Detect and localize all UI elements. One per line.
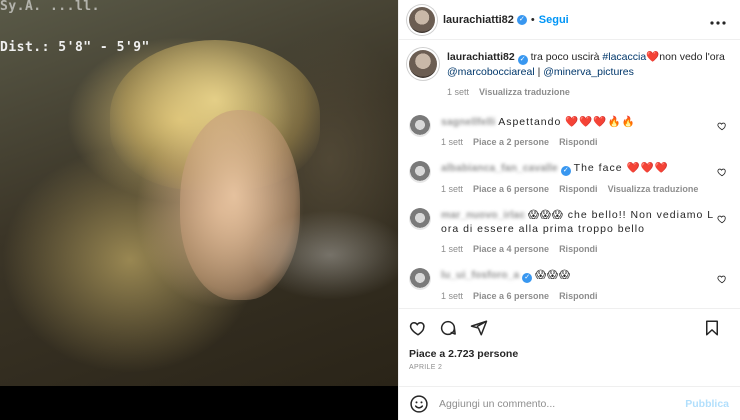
comment-time[interactable]: 1 sett [441,135,463,149]
caption-username[interactable]: laurachiatti82 [447,51,515,63]
share-paper-plane-icon[interactable] [470,319,488,337]
comment-reply-button[interactable]: Rispondi [559,289,598,303]
comment-reply-button[interactable]: Rispondi [559,242,598,256]
emoji-smiley-icon[interactable] [409,394,429,414]
comment-likes[interactable]: Piace a 2 persone [473,135,549,149]
commenter-avatar[interactable] [409,115,431,137]
commenter-username[interactable]: albabianca_fan_cavalle [441,161,558,175]
more-options-icon[interactable] [710,12,726,28]
caption-separator: | [534,66,544,78]
comments-list[interactable]: laurachiatti82 ✓ tra poco uscirà #lacacci… [399,40,740,308]
verified-icon: ✓ [516,14,527,25]
publish-button[interactable]: Pubblica [685,398,729,410]
caption-time[interactable]: 1 sett [447,85,469,99]
comment-reply-button[interactable]: Rispondi [559,135,598,149]
author-avatar[interactable] [409,6,435,33]
caption-text-before: tra poco uscirà [527,51,603,63]
comment-bubble-icon[interactable] [439,319,457,337]
post-media[interactable]: Sy.A. ...ll. Dist.: 5'8" - 5'9" [0,0,398,420]
commenter-username[interactable]: mar_nuovo_irlac [441,208,525,222]
comment-like-heart-icon[interactable] [717,274,727,284]
photo-overlay-line1: Sy.A. ...ll. [0,0,100,14]
verified-icon: ✓ [560,166,571,176]
comment-translate-link[interactable]: Visualizza traduzione [608,182,699,196]
comment-time[interactable]: 1 sett [441,242,463,256]
caption-avatar[interactable] [409,50,437,78]
comment-reply-button[interactable]: Rispondi [559,182,598,196]
add-comment-bar: Pubblica [399,386,740,420]
comment-item: lu_ui_fosforo_a ✓ 😱😱😱 1 sett Piace a 6 pe… [409,268,727,303]
comment-like-heart-icon[interactable] [717,214,727,224]
commenter-avatar[interactable] [409,208,431,230]
bookmark-icon[interactable] [703,319,721,337]
commenter-username[interactable]: lu_ui_fosforo_a [441,268,519,282]
comment-time[interactable]: 1 sett [441,289,463,303]
post-header: laurachiatti82 ✓ • Segui [399,0,740,40]
author-username[interactable]: laurachiatti82 [443,14,514,26]
add-comment-input[interactable] [439,397,686,410]
follow-button[interactable]: Segui [539,14,569,26]
comment-item: mar_nuovo_irlac 😱😱😱 che bello!! Non vedi… [409,208,727,256]
comment-text: Aspettando ❤️❤️❤️🔥🔥 [498,116,636,128]
caption-mention-1[interactable]: @marcobocciareal [447,66,535,78]
comment-like-heart-icon[interactable] [717,121,727,131]
commenter-avatar[interactable] [409,268,431,290]
likes-count[interactable]: Piace a 2.723 persone [409,348,518,360]
comment-likes[interactable]: Piace a 6 persone [473,289,549,303]
verified-icon: ✓ [522,273,533,283]
caption-hashtag[interactable]: #lacaccia [602,51,646,63]
comment-like-heart-icon[interactable] [717,167,727,177]
photo-overlay-line2: Dist.: 5'8" - 5'9" [0,40,150,55]
post-side-panel: laurachiatti82 ✓ • Segui laurachiatti82 ✓… [398,0,740,420]
verified-icon: ✓ [517,55,528,65]
comment-likes[interactable]: Piace a 4 persone [473,242,549,256]
header-separator: • [530,13,535,26]
like-heart-icon[interactable] [409,319,427,337]
comment-item: sagnellfelli Aspettando ❤️❤️❤️🔥🔥 1 sett … [409,115,727,149]
post-date[interactable]: APRILE 2 [409,364,442,371]
post-photo[interactable]: Sy.A. ...ll. Dist.: 5'8" - 5'9" [0,0,398,386]
comment-text: The face ❤️❤️❤️ [573,162,669,174]
photo-smoke [250,210,398,300]
caption-heart-emoji: ❤️ [646,51,660,63]
comment-text: 😱😱😱 [535,269,571,281]
comment-time[interactable]: 1 sett [441,182,463,196]
caption-translate-link[interactable]: Visualizza traduzione [479,85,570,99]
commenter-username[interactable]: sagnellfelli [441,115,495,129]
action-bar [399,308,740,344]
caption-text-after: non vedo l'ora [659,51,725,63]
caption-mention-2[interactable]: @minerva_pictures [543,66,634,78]
comment-item: albabianca_fan_cavalle ✓ The face ❤️❤️❤️ … [409,161,727,196]
post-caption: laurachiatti82 ✓ tra poco uscirà #lacacci… [409,50,727,99]
commenter-avatar[interactable] [409,161,431,183]
comment-likes[interactable]: Piace a 6 persone [473,182,549,196]
